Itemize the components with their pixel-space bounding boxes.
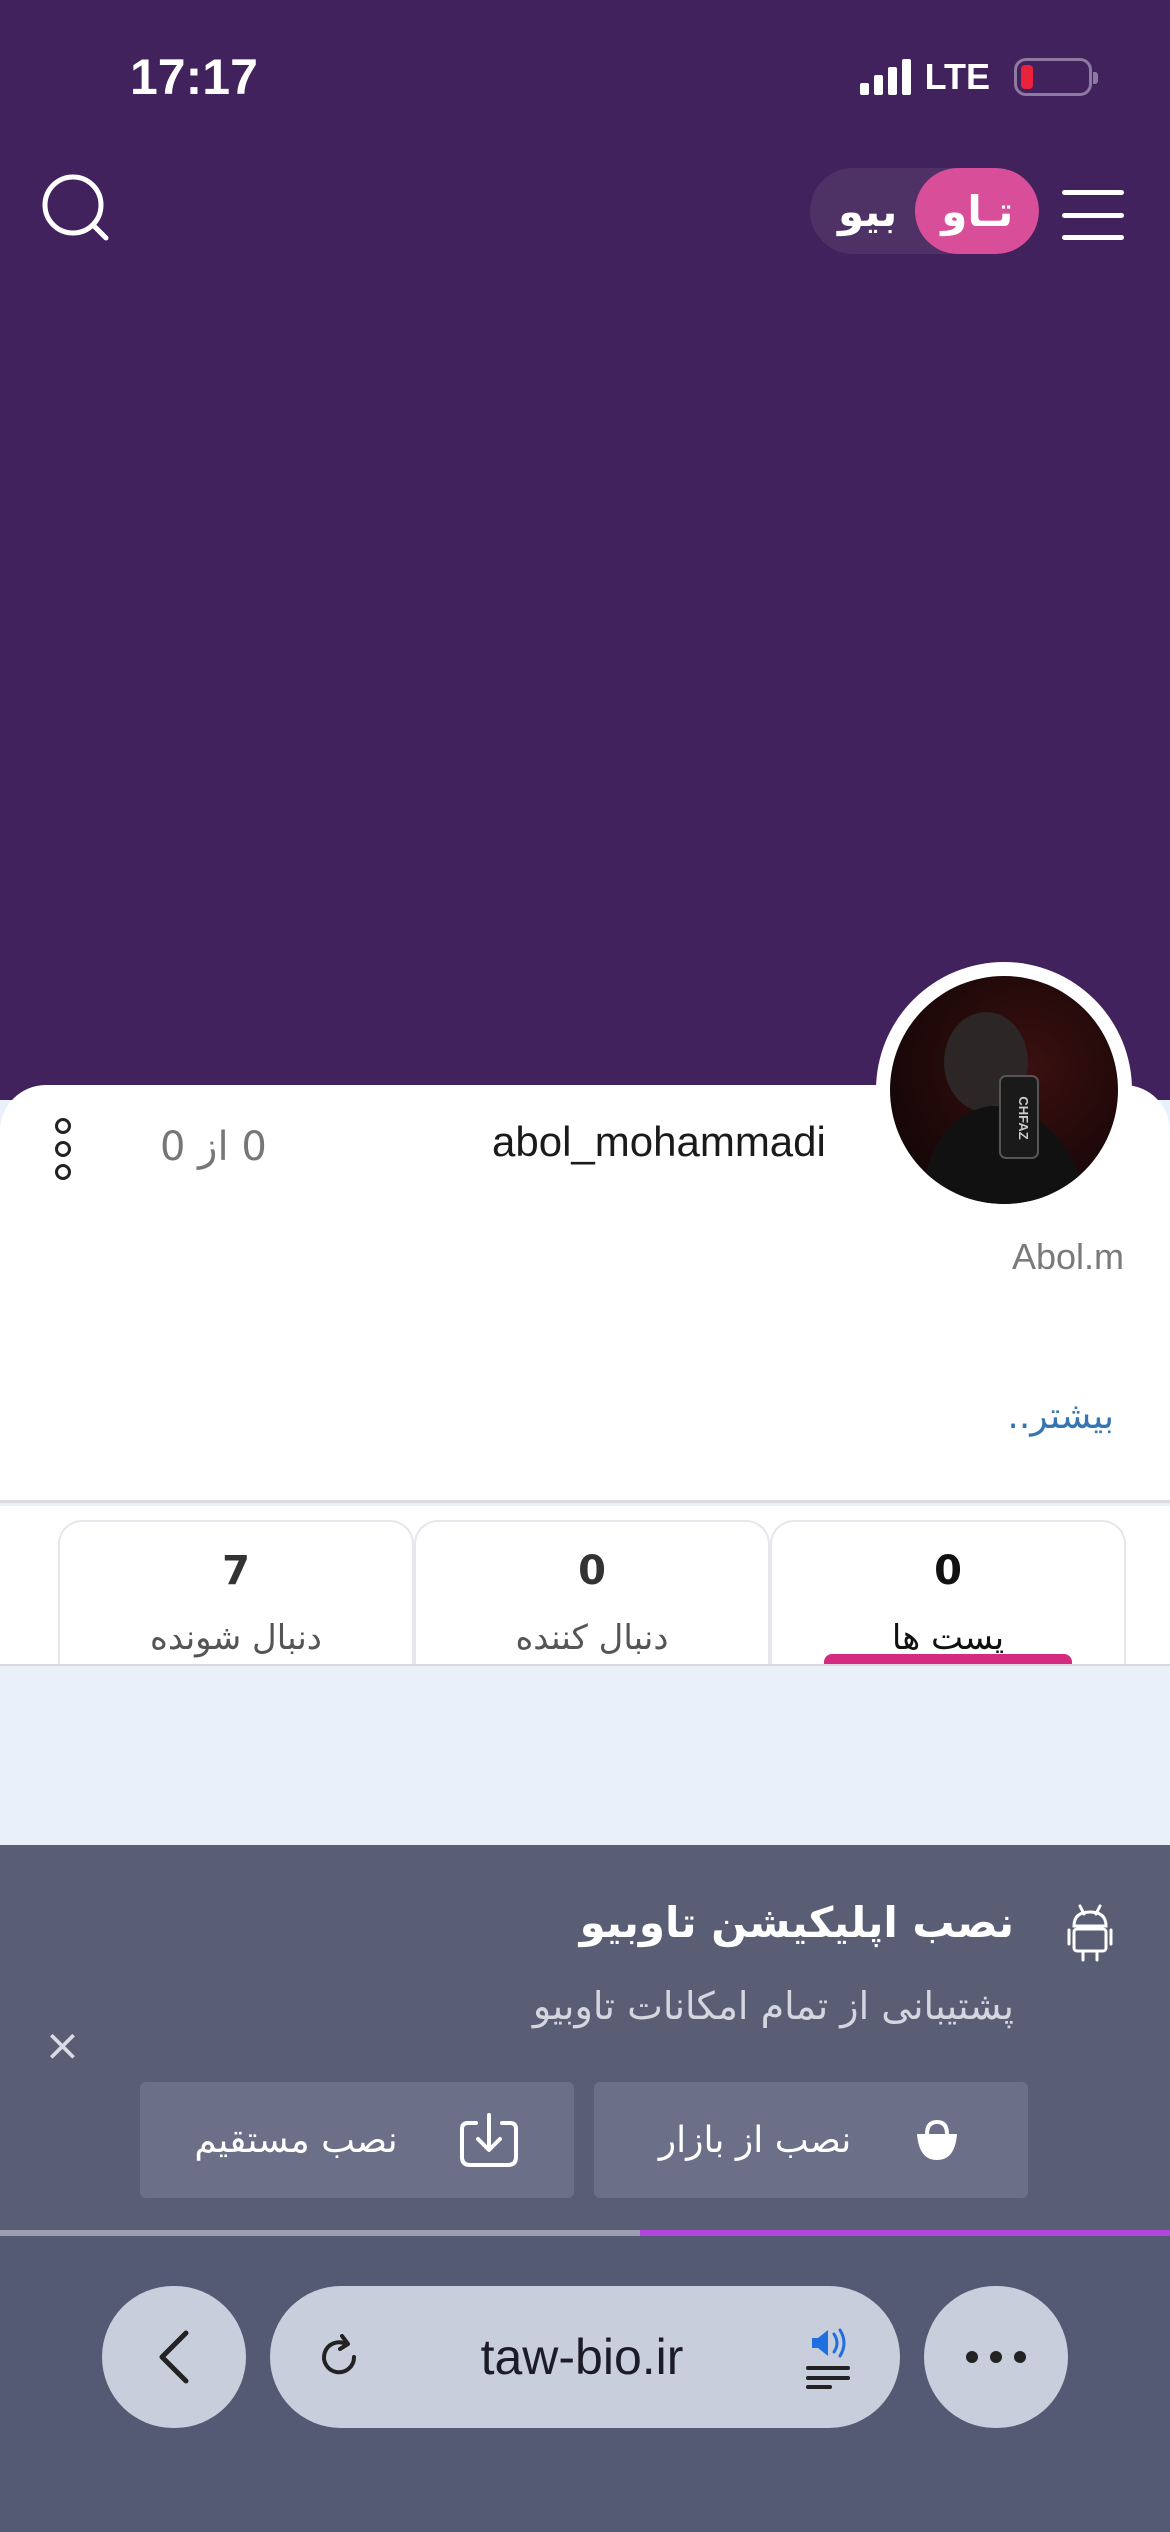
signal-icon	[859, 59, 911, 95]
download-icon	[459, 2113, 518, 2167]
banner-title: نصب اپلیکیشن تاوبیو	[579, 1898, 1014, 1947]
avatar[interactable]: CHFAZ	[876, 962, 1132, 1218]
stat-posts[interactable]: 0 پست ها	[770, 1520, 1126, 1666]
posts-count-text: 0 از 0	[160, 1124, 267, 1170]
banner-subtitle: پشتیبانی از تمام امکانات تاوبیو	[532, 1984, 1014, 2028]
profile-cover	[0, 0, 1170, 1100]
hamburger-menu-icon[interactable]	[1062, 190, 1124, 240]
app-logo[interactable]: بیو تـاو	[810, 168, 1040, 254]
stat-followers-value: 0	[578, 1548, 606, 1594]
status-time: 17:17	[130, 49, 258, 105]
search-icon	[42, 174, 109, 241]
battery-icon	[1014, 58, 1098, 96]
direct-install-label: نصب مستقیم	[194, 2119, 398, 2161]
more-menu-button[interactable]	[924, 2286, 1068, 2428]
more-options-icon[interactable]	[52, 1118, 74, 1180]
shopping-bag-icon	[917, 2119, 958, 2160]
stat-following-value: 7	[222, 1548, 250, 1594]
divider	[0, 1664, 1170, 1666]
stat-followers[interactable]: 0 دنبال کننده	[414, 1520, 770, 1666]
install-from-bazar-button[interactable]: نصب از بازار	[594, 2082, 1028, 2198]
stat-following-label: دنبال شونده	[150, 1618, 322, 1658]
stats-bar: 0 پست ها 0 دنبال کننده 7 دنبال شونده	[0, 1506, 1170, 1666]
install-from-bazar-label: نصب از بازار	[658, 2119, 852, 2161]
username: abol_mohammadi	[492, 1118, 826, 1165]
address-bar[interactable]: taw-bio.ir	[270, 2286, 900, 2428]
ellipsis-icon	[966, 2351, 1026, 2363]
logo-text-left: بیو	[838, 186, 898, 236]
display-name: Abol.m	[1011, 1236, 1124, 1277]
avatar-image: CHFAZ	[890, 976, 1118, 1204]
status-indicators: LTE	[859, 56, 1098, 98]
logo-text-right: تـاو	[915, 168, 1040, 254]
url-text: taw-bio.ir	[480, 2329, 684, 2385]
stat-posts-label: پست ها	[891, 1618, 1005, 1658]
avatar-caption: CHFAZ	[1016, 1096, 1031, 1139]
search-button[interactable]	[38, 170, 118, 250]
stat-following[interactable]: 7 دنبال شونده	[58, 1520, 414, 1666]
chevron-left-icon	[159, 2330, 189, 2384]
back-button[interactable]	[102, 2286, 246, 2428]
stat-posts-value: 0	[934, 1548, 962, 1594]
close-icon[interactable]: ×	[44, 2020, 81, 2071]
stat-followers-label: دنبال کننده	[515, 1618, 669, 1658]
more-link[interactable]: بیشتر..	[1007, 1396, 1114, 1437]
android-icon	[1067, 1904, 1113, 1962]
reader-audio-icon[interactable]	[800, 2324, 856, 2390]
direct-install-button[interactable]: نصب مستقیم	[140, 2082, 574, 2198]
reload-icon[interactable]	[314, 2332, 364, 2382]
network-label: LTE	[924, 56, 990, 97]
